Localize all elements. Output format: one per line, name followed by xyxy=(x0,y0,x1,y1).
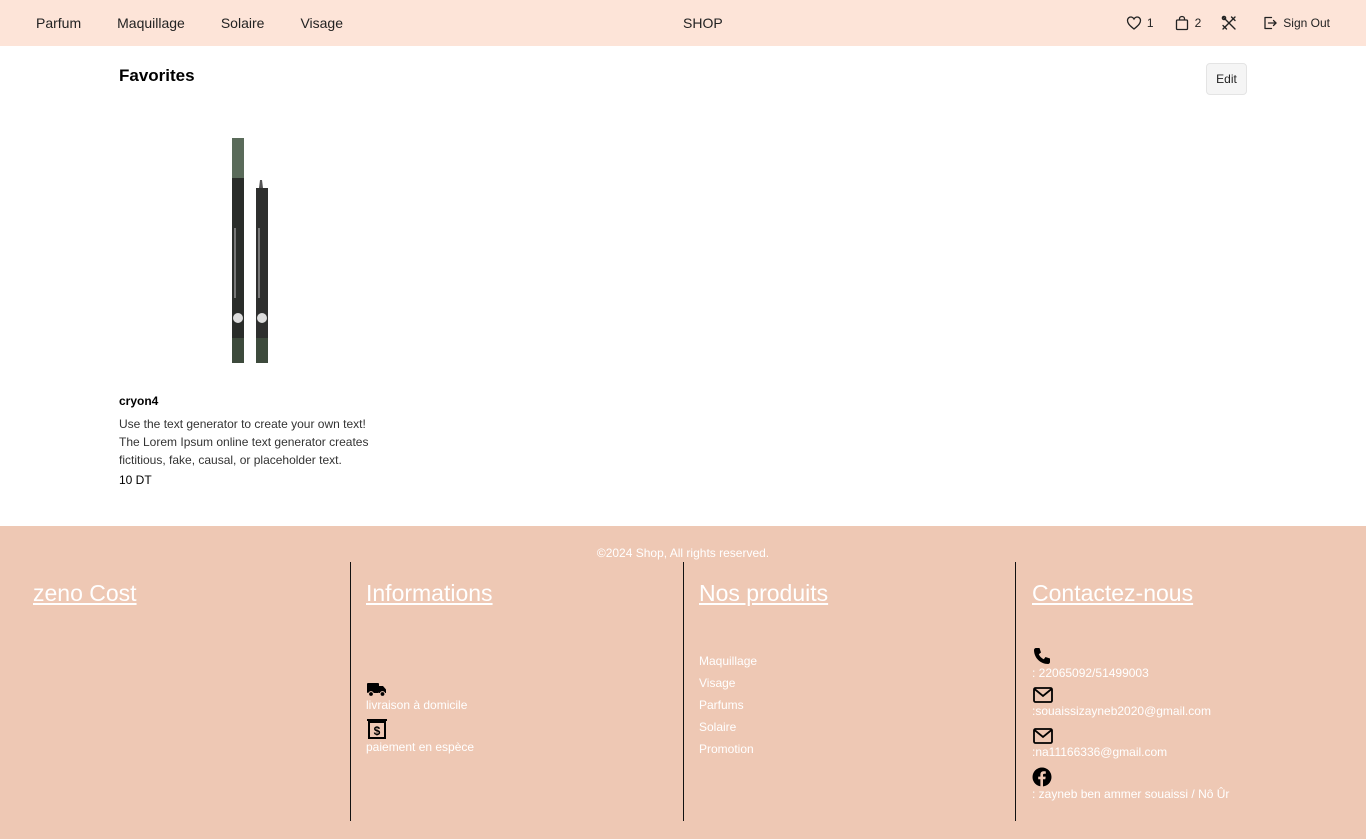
sign-out-label: Sign Out xyxy=(1283,16,1330,30)
contact-phone: : 22065092/51499003 xyxy=(1032,646,1149,680)
mail-icon xyxy=(1033,728,1053,744)
truck-icon xyxy=(367,683,386,697)
facebook-text[interactable]: : zayneb ben ammer souaissi / Nô Ûr xyxy=(1032,787,1229,801)
product-price: 10 DT xyxy=(119,473,152,487)
favorites-link[interactable]: 1 xyxy=(1126,15,1154,31)
footer-brand-title[interactable]: zeno Cost xyxy=(33,580,137,607)
sign-out-icon xyxy=(1264,16,1277,30)
nav-link-solaire[interactable]: Solaire xyxy=(221,15,265,31)
tools-icon xyxy=(1221,15,1236,30)
footer-link-solaire[interactable]: Solaire xyxy=(699,716,757,738)
facebook-icon xyxy=(1032,767,1052,787)
footer-col-contact: Contactez-nous : 22065092/51499003 :soua… xyxy=(1015,562,1366,821)
cash-icon: $ xyxy=(367,719,387,739)
contact-email-2: :na11166336@gmail.com xyxy=(1032,727,1167,759)
footer-products-title[interactable]: Nos produits xyxy=(699,580,828,607)
phone-icon xyxy=(1034,648,1050,664)
footer-link-visage[interactable]: Visage xyxy=(699,672,757,694)
footer-col-informations: Informations livraison à domicile $ paie… xyxy=(350,562,683,821)
footer: ©2024 Shop, All rights reserved. zeno Co… xyxy=(0,526,1366,839)
mail-icon xyxy=(1033,687,1053,703)
heart-icon xyxy=(1126,16,1142,30)
copyright-text: ©2024 Shop, All rights reserved. xyxy=(596,546,770,560)
delivery-text: livraison à domicile xyxy=(366,698,468,712)
admin-tools-link[interactable] xyxy=(1221,15,1242,31)
footer-contact-title[interactable]: Contactez-nous xyxy=(1032,580,1193,607)
footer-link-maquillage[interactable]: Maquillage xyxy=(699,650,757,672)
cart-count: 2 xyxy=(1194,16,1202,30)
product-name: cryon4 xyxy=(119,394,159,408)
footer-link-parfums[interactable]: Parfums xyxy=(699,694,757,716)
product-image[interactable] xyxy=(119,118,379,378)
footer-col-brand: zeno Cost xyxy=(33,562,350,821)
nav-link-maquillage[interactable]: Maquillage xyxy=(117,15,185,31)
top-navbar: Parfum Maquillage Solaire Visage SHOP 1 … xyxy=(0,0,1366,46)
sign-out-link[interactable]: Sign Out xyxy=(1262,15,1330,31)
payment-text: paiement en espèce xyxy=(366,740,475,754)
svg-text:$: $ xyxy=(374,724,381,738)
payment-info: $ paiement en espèce xyxy=(366,718,474,754)
phone-text: : 22065092/51499003 xyxy=(1032,666,1149,680)
product-description: Use the text generator to create your ow… xyxy=(119,417,369,467)
footer-products-list: Maquillage Visage Parfums Solaire Promot… xyxy=(699,650,757,760)
footer-informations-title[interactable]: Informations xyxy=(366,580,493,607)
favorites-count: 1 xyxy=(1146,16,1154,30)
category-nav: Parfum Maquillage Solaire Visage xyxy=(36,0,379,46)
contact-facebook: : zayneb ben ammer souaissi / Nô Ûr xyxy=(1032,767,1229,801)
email-2-text[interactable]: :na11166336@gmail.com xyxy=(1032,745,1167,759)
brand-title[interactable]: SHOP xyxy=(683,0,723,46)
page-title: Favorites xyxy=(119,66,195,85)
cart-link[interactable]: 2 xyxy=(1174,15,1202,31)
footer-col-products: Nos produits Maquillage Visage Parfums S… xyxy=(683,562,1015,821)
user-nav: 1 2 Sign Out xyxy=(1106,0,1330,46)
footer-link-promotion[interactable]: Promotion xyxy=(699,738,757,760)
contact-email-1: :souaissizayneb2020@gmail.com xyxy=(1032,686,1211,718)
bag-icon xyxy=(1175,15,1188,31)
edit-button[interactable]: Edit xyxy=(1206,63,1247,95)
nav-link-parfum[interactable]: Parfum xyxy=(36,15,81,31)
eyeliner-pencils-image xyxy=(232,138,268,363)
product-card[interactable]: cryon4 Use the text generator to create … xyxy=(119,118,379,487)
delivery-info: livraison à domicile xyxy=(366,680,467,712)
email-1-text[interactable]: :souaissizayneb2020@gmail.com xyxy=(1032,704,1211,718)
nav-link-visage[interactable]: Visage xyxy=(300,15,343,31)
